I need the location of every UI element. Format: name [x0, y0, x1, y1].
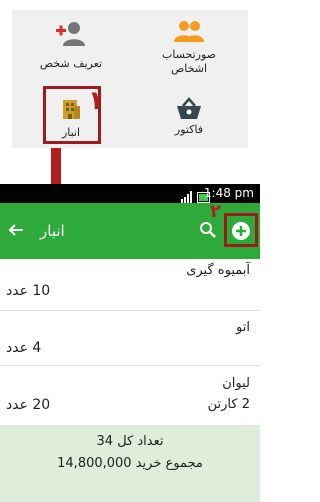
total-purchase: مجموع خرید 14,800,000: [57, 456, 203, 471]
item-qty: 4 عدد: [6, 340, 42, 356]
tile-invoice[interactable]: فاکتور: [130, 79, 248, 148]
tile-label: تعریف شخص: [39, 57, 103, 70]
back-arrow-icon[interactable]: [8, 222, 24, 242]
summary-footer: تعداد کل 34 مجموع خرید 14,800,000: [0, 426, 260, 502]
item-name: لیوان: [222, 376, 250, 391]
status-bar: 1:48 pm: [0, 184, 260, 203]
step-marker-2: ۲: [210, 201, 221, 222]
item-name: آبمیوه گیری: [186, 263, 250, 278]
item-qty: 20 عدد: [6, 397, 51, 413]
status-time: 1:48 pm: [203, 186, 254, 200]
list-item[interactable]: آبمیوه گیری 10 عدد: [0, 259, 260, 311]
basket-icon: [130, 97, 248, 121]
search-icon[interactable]: [199, 221, 217, 243]
tile-add-person[interactable]: تعریف شخص: [12, 10, 130, 79]
add-person-icon: [12, 20, 130, 48]
tile-label: صورتحساب اشخاص: [161, 48, 217, 75]
app-toolbar: انبار: [0, 203, 260, 259]
page-title: انبار: [40, 222, 65, 240]
highlight-add-box: [224, 213, 258, 247]
people-icon: [130, 20, 248, 44]
step-marker-1: ۱: [88, 86, 104, 116]
tile-people-accounts[interactable]: صورتحساب اشخاص: [130, 10, 248, 79]
item-qty: 10 عدد: [6, 283, 51, 299]
item-sub: 2 کارتن: [207, 397, 250, 412]
list-item[interactable]: اتو 4 عدد: [0, 311, 260, 366]
item-name: اتو: [236, 320, 250, 335]
total-count: تعداد کل 34: [96, 434, 164, 449]
list-item[interactable]: لیوان 2 کارتن 20 عدد: [0, 366, 260, 426]
tile-label: فاکتور: [174, 123, 204, 136]
